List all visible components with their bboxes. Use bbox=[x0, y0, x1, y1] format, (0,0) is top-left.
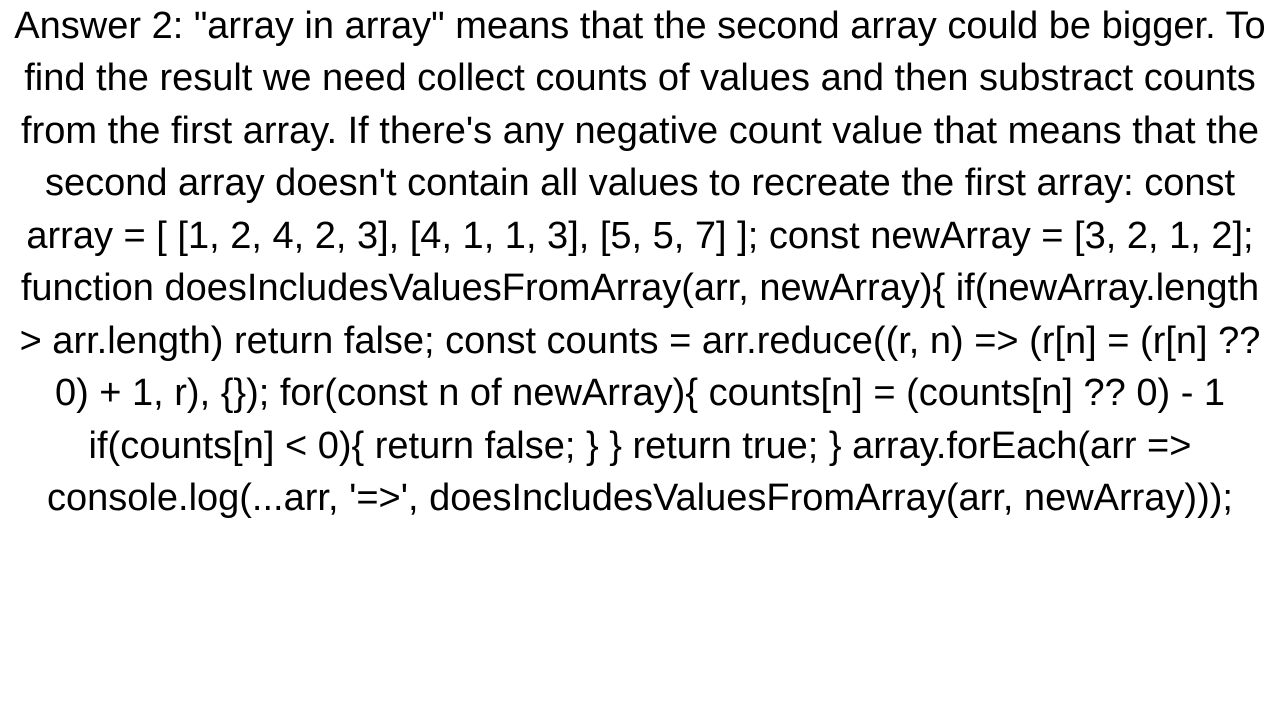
document-text: Answer 2: "array in array" means that th… bbox=[0, 0, 1280, 524]
